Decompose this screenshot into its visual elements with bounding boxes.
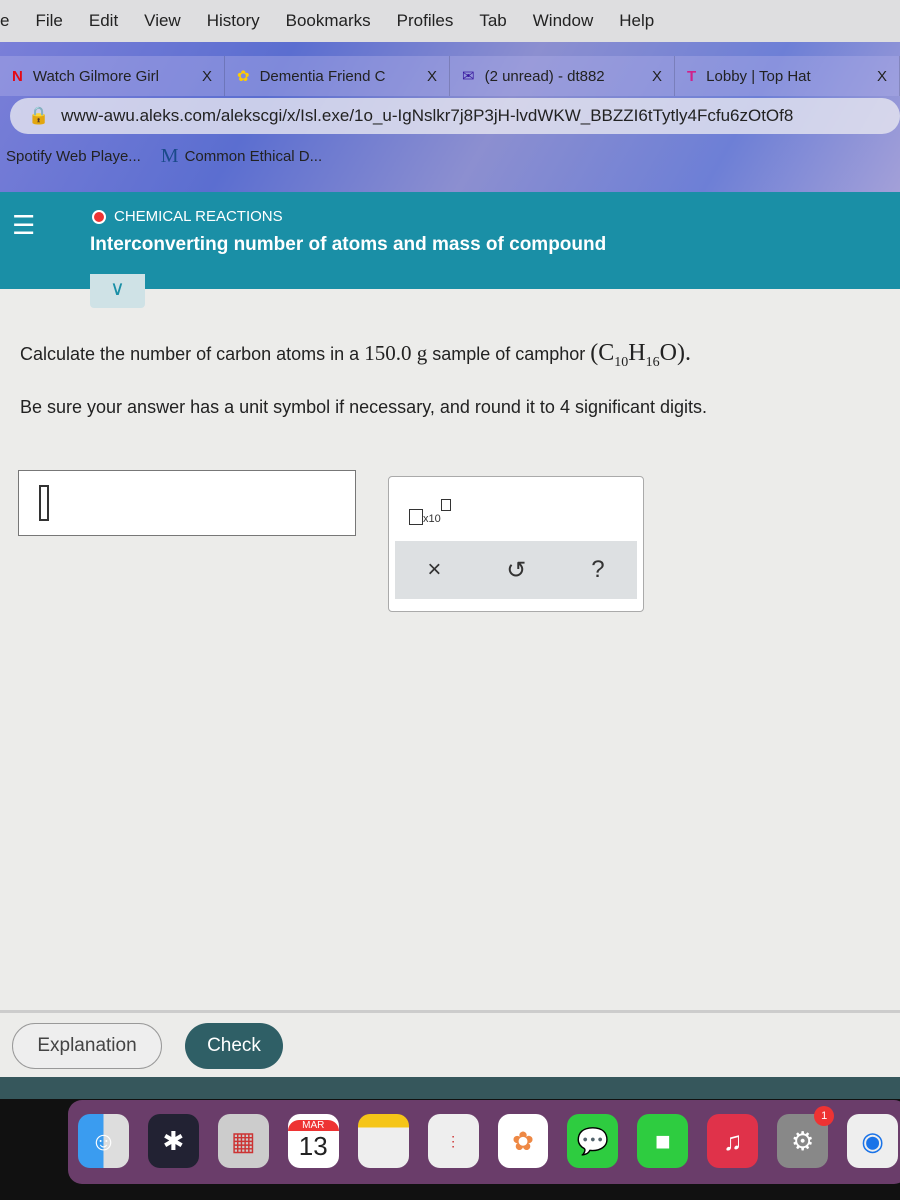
menu-profiles[interactable]: Profiles xyxy=(397,11,454,31)
menu-edit[interactable]: Edit xyxy=(89,11,118,31)
lock-icon: 🔒 xyxy=(28,106,50,125)
tab-mail[interactable]: ✉ (2 unread) - dt882 X xyxy=(450,56,675,96)
formula-h-sub: 16 xyxy=(645,354,660,370)
menu-icon[interactable]: ☰ xyxy=(12,212,35,238)
close-tab-icon[interactable]: X xyxy=(427,68,437,85)
status-dot-icon xyxy=(92,209,106,224)
chrome-icon[interactable]: ◉ xyxy=(847,1114,899,1168)
url-text: www-awu.aleks.com/alekscgi/x/Isl.exe/1o_… xyxy=(61,106,794,125)
tab-label: Dementia Friend C xyxy=(259,67,386,85)
reminders-icon[interactable]: ⋮ xyxy=(427,1114,479,1168)
answer-input[interactable] xyxy=(18,470,356,536)
instruction-text: Be sure your answer has a unit symbol if… xyxy=(20,397,708,417)
close-tab-icon[interactable]: X xyxy=(652,68,662,85)
footer-strip xyxy=(0,1077,900,1099)
formula: (C10H16O). xyxy=(590,340,691,370)
facetime-icon[interactable]: ■ xyxy=(637,1114,689,1168)
flower-icon: ✿ xyxy=(237,68,250,85)
close-tab-icon[interactable]: X xyxy=(202,68,212,85)
bookmark-label: Common Ethical D... xyxy=(184,148,323,165)
formula-c-sub: 10 xyxy=(614,354,629,370)
calendar-icon[interactable]: MAR 13 xyxy=(287,1114,339,1168)
check-button[interactable]: Check xyxy=(185,1023,283,1069)
tab-tophat[interactable]: T Lobby | Top Hat X xyxy=(675,56,900,96)
tab-label: Watch Gilmore Girl xyxy=(32,67,159,85)
dock: ☺ ✱ ▦ MAR 13 ⋮ ✿ 💬 ■ ♫ ⚙ 1 ◉ xyxy=(68,1100,900,1184)
help-button[interactable]: ? xyxy=(591,556,604,584)
formula-h: H xyxy=(628,340,646,366)
bookmark-ethical[interactable]: M Common Ethical D... xyxy=(161,145,322,168)
category-label: CHEMICAL REACTIONS xyxy=(114,208,283,225)
explanation-button[interactable]: Explanation xyxy=(12,1023,162,1069)
calendar-month: MAR xyxy=(287,1120,339,1131)
m-logo-icon: M xyxy=(160,145,179,167)
siri-icon[interactable]: ✱ xyxy=(147,1114,199,1168)
tool-actions: × ↺ ? xyxy=(395,541,637,599)
launchpad-icon[interactable]: ▦ xyxy=(217,1114,269,1168)
settings-icon[interactable]: ⚙ 1 xyxy=(777,1106,835,1168)
chevron-down-icon[interactable]: ∨ xyxy=(90,274,145,308)
mass-value: 150.0 g xyxy=(364,341,428,365)
menu-window[interactable]: Window xyxy=(533,11,593,31)
music-icon[interactable]: ♫ xyxy=(707,1114,759,1168)
tab-label: (2 unread) - dt882 xyxy=(484,67,605,85)
topic-title: Interconverting number of atoms and mass… xyxy=(90,234,607,255)
menu-app[interactable]: e xyxy=(0,11,9,31)
calendar-day: 13 xyxy=(298,1131,328,1161)
bookmarks-bar: Spotify Web Playe... M Common Ethical D..… xyxy=(6,145,322,168)
menu-help[interactable]: Help xyxy=(619,11,654,31)
photos-icon[interactable]: ✿ xyxy=(497,1114,549,1168)
tophat-icon: T xyxy=(687,67,697,85)
menu-bookmarks[interactable]: Bookmarks xyxy=(286,11,371,31)
tab-dementia[interactable]: ✿ Dementia Friend C X xyxy=(225,56,450,96)
tab-strip: N Watch Gilmore Girl X ✿ Dementia Friend C X… xyxy=(0,56,900,96)
formula-c: C xyxy=(598,340,615,366)
messages-icon[interactable]: 💬 xyxy=(567,1114,619,1168)
bookmark-label: Spotify Web Playe... xyxy=(6,148,141,165)
mail-icon: ✉ xyxy=(462,68,475,85)
aleks-page: ☰ CHEMICAL REACTIONS Interconverting num… xyxy=(0,192,900,1077)
math-toolbox: x10 × ↺ ? xyxy=(388,476,644,612)
menu-tab[interactable]: Tab xyxy=(479,11,506,31)
box-icon xyxy=(409,509,423,525)
question-part: sample of camphor xyxy=(427,344,591,364)
netflix-icon: N xyxy=(12,67,23,85)
undo-button[interactable]: ↺ xyxy=(506,556,526,585)
tab-label: Lobby | Top Hat xyxy=(706,67,811,85)
x10-label: x10 xyxy=(423,513,441,525)
tab-netflix[interactable]: N Watch Gilmore Girl X xyxy=(0,56,225,96)
menu-bar: e File Edit View History Bookmarks Profi… xyxy=(0,0,900,42)
menu-history[interactable]: History xyxy=(207,11,260,31)
scientific-notation-button[interactable]: x10 xyxy=(409,499,451,525)
menu-file[interactable]: File xyxy=(35,11,62,31)
clear-button[interactable]: × xyxy=(427,556,441,584)
formula-o: O xyxy=(659,340,677,366)
close-tab-icon[interactable]: X xyxy=(877,68,887,85)
text-cursor xyxy=(39,485,49,521)
notes-icon[interactable] xyxy=(357,1114,409,1168)
question-part: Calculate the number of carbon atoms in … xyxy=(20,344,365,364)
bookmark-spotify[interactable]: Spotify Web Playe... xyxy=(6,145,141,168)
address-bar[interactable]: 🔒 www-awu.aleks.com/alekscgi/x/Isl.exe/1o… xyxy=(10,98,900,134)
notification-badge: 1 xyxy=(814,1106,835,1126)
finder-icon[interactable]: ☺ xyxy=(78,1114,129,1168)
question-text: Calculate the number of carbon atoms in … xyxy=(20,340,691,371)
menu-view[interactable]: View xyxy=(144,11,181,31)
exponent-box-icon xyxy=(440,499,451,511)
action-bar: Explanation Check xyxy=(0,1010,900,1077)
